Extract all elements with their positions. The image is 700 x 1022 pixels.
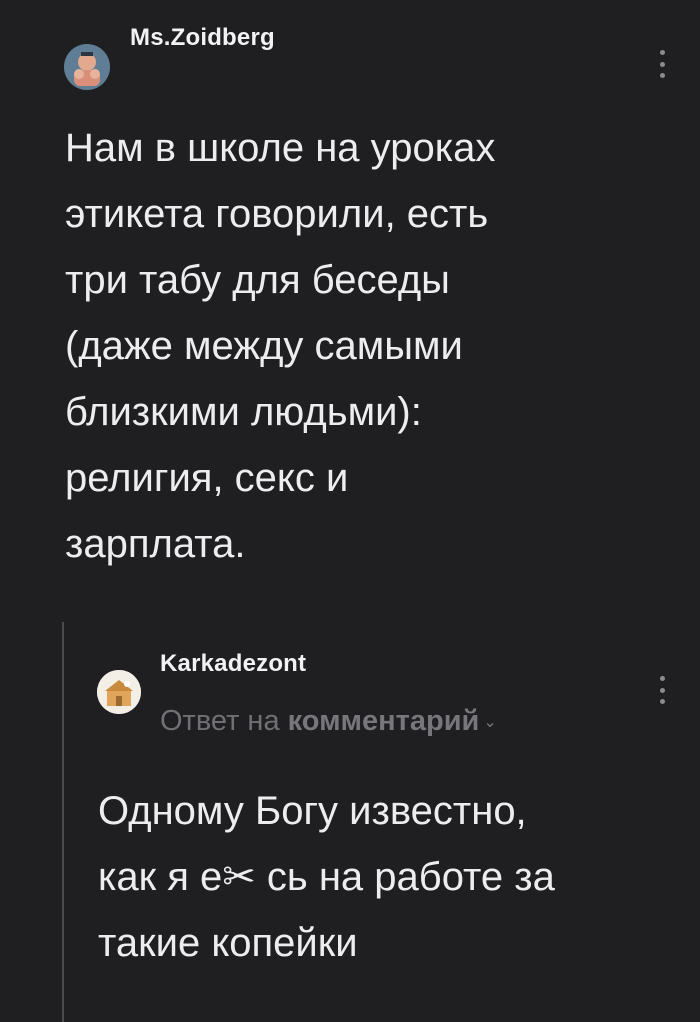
reply-to-link[interactable]: Ответ на комментарий ⌄ xyxy=(160,705,497,738)
reply-text: Одному Богу известно, как я е✂ сь на раб… xyxy=(98,789,555,965)
comment-text: Нам в школе на уроках этикета говорили, … xyxy=(65,126,496,566)
avatar-house-icon xyxy=(97,670,141,714)
chevron-down-icon[interactable]: ⌄ xyxy=(483,714,496,731)
thread-line xyxy=(62,622,64,1022)
reply-username[interactable]: Karkadezont xyxy=(160,650,306,678)
reply-user-avatar[interactable] xyxy=(97,670,141,714)
user-avatar[interactable] xyxy=(64,44,110,90)
reply-more-options-icon[interactable] xyxy=(655,676,669,704)
more-options-icon[interactable] xyxy=(655,50,669,78)
comment-username[interactable]: Ms.Zoidberg xyxy=(130,24,275,52)
avatar-cartoon-icon xyxy=(64,44,110,90)
reply-to-comment[interactable]: комментарий xyxy=(288,705,480,737)
reply-to-prefix: Ответ на xyxy=(160,705,280,737)
